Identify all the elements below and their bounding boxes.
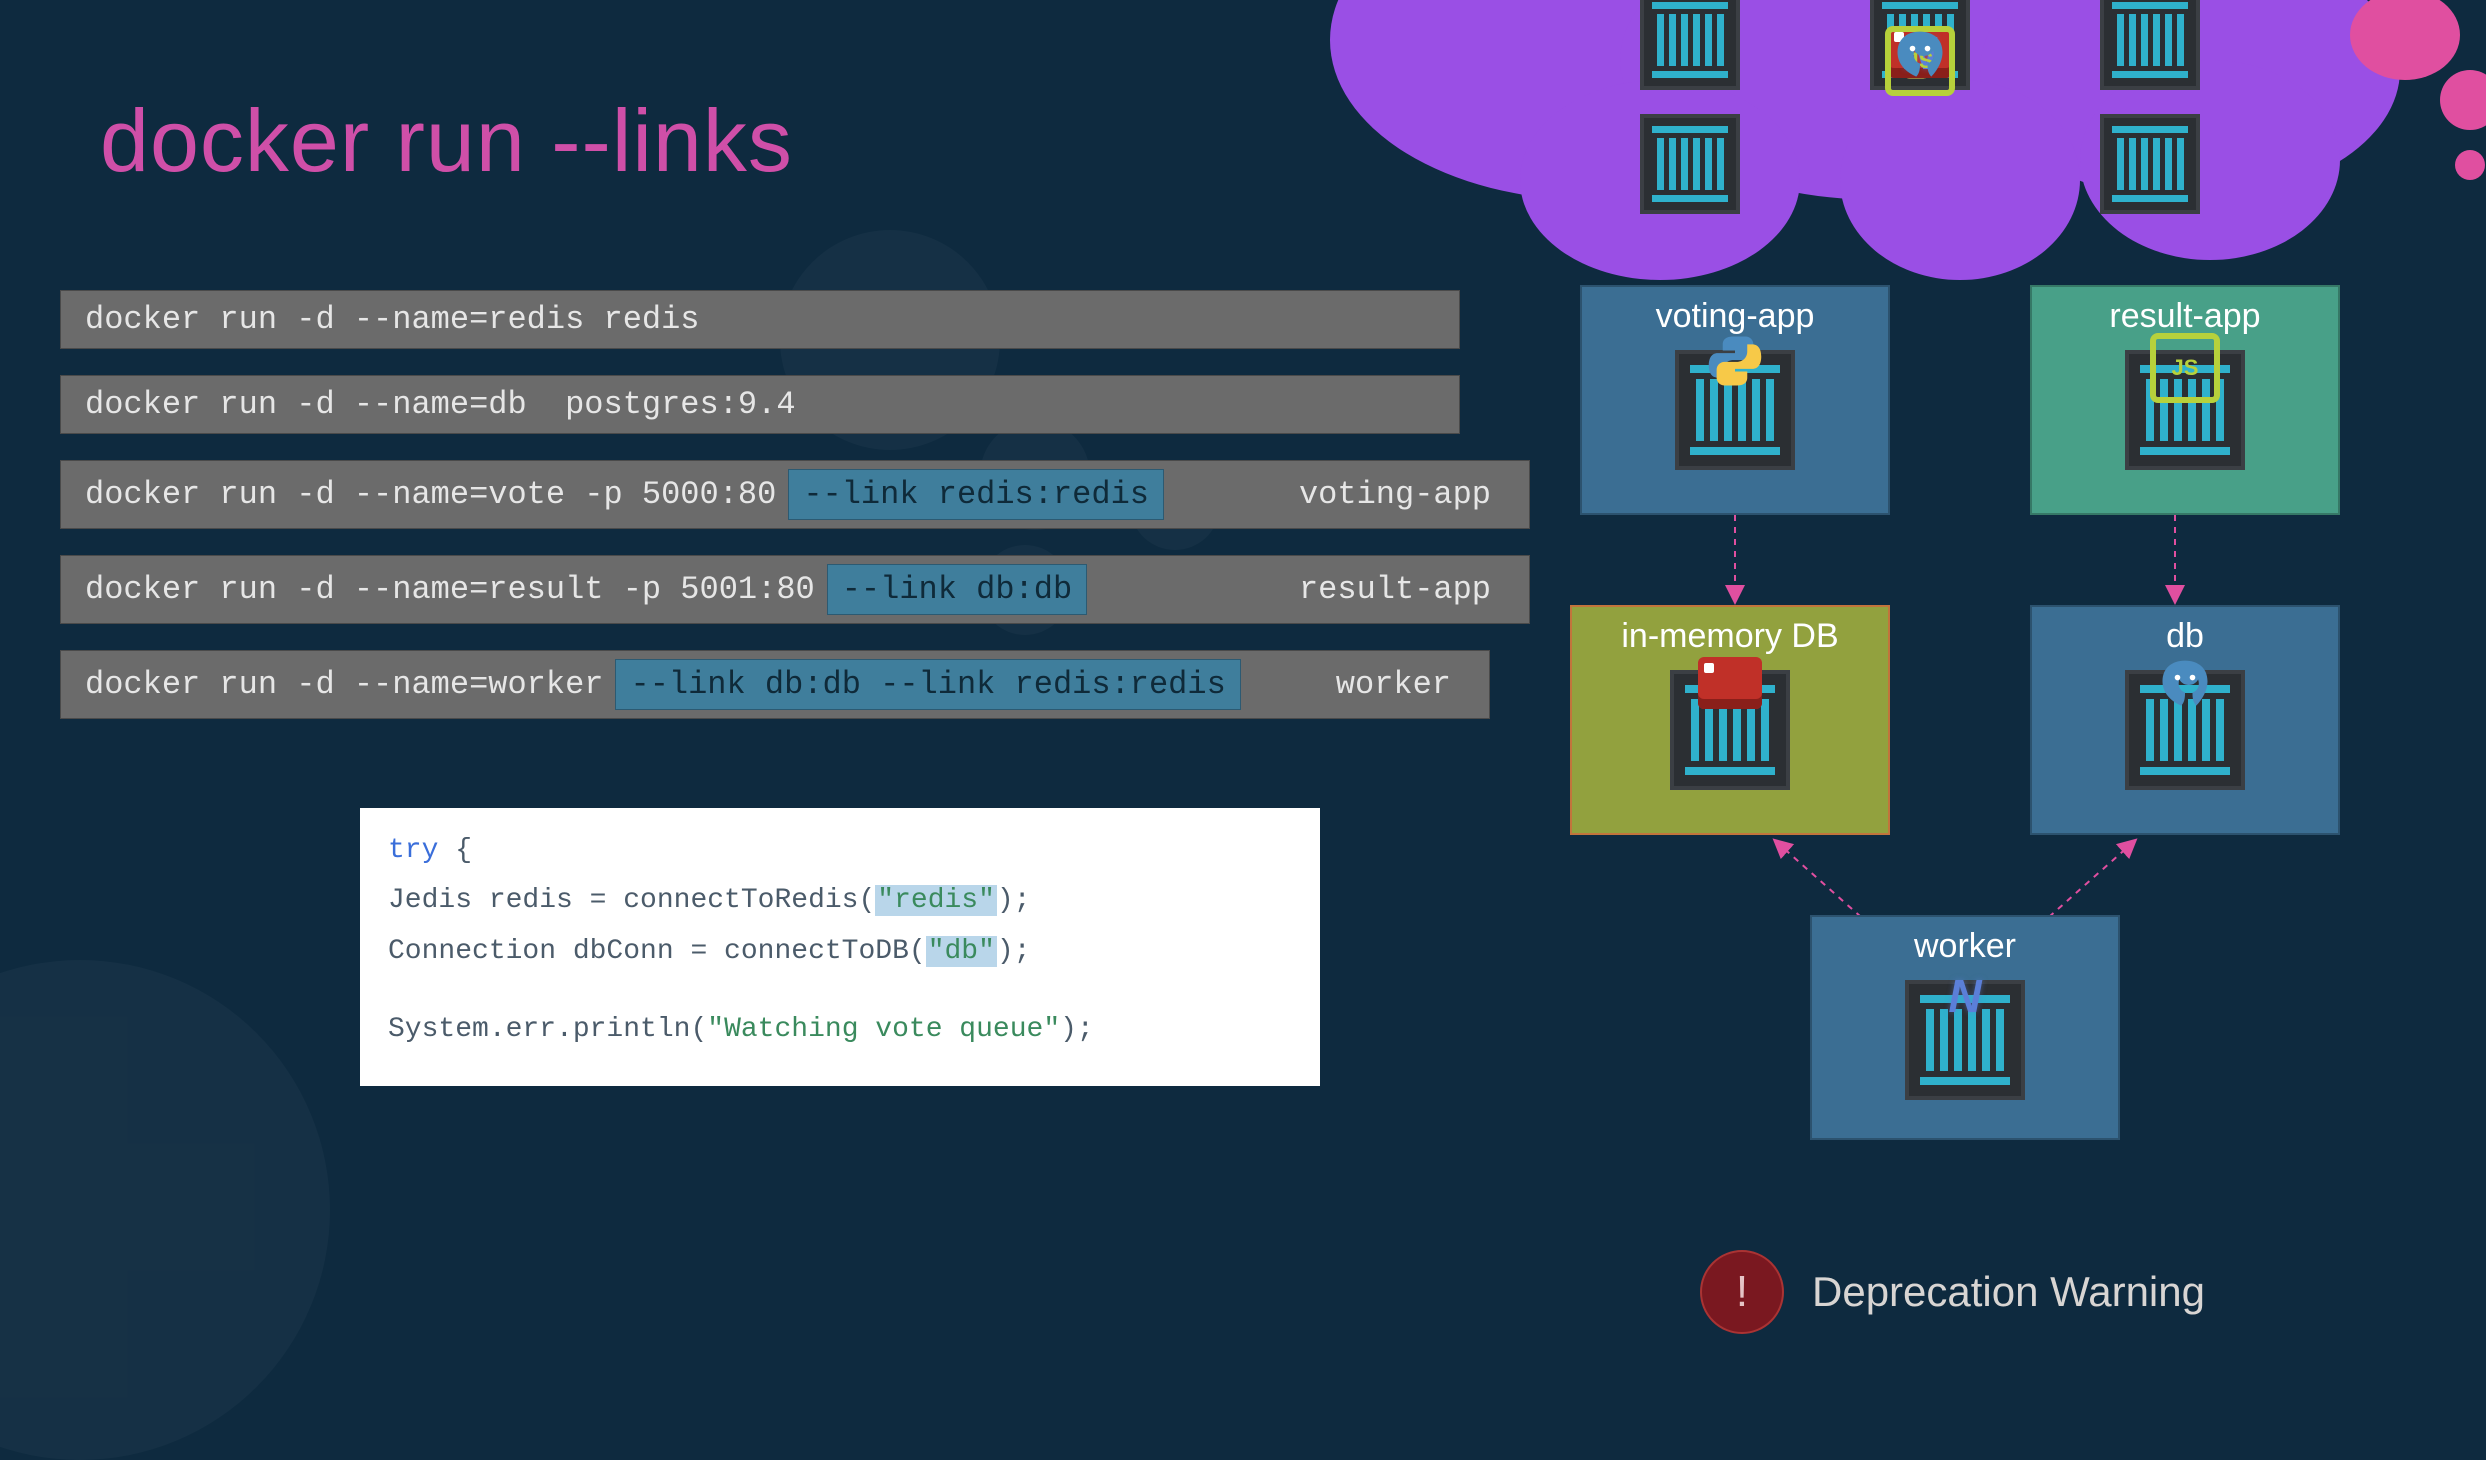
nodejs-container-icon <box>2100 0 2200 90</box>
command-text: docker run -d --name=db postgres:9.4 <box>79 384 802 425</box>
command-text: docker run -d --name=worker <box>79 664 609 705</box>
command-text: docker run -d --name=vote -p 5000:80 <box>79 474 782 515</box>
python-container-icon <box>1640 0 1740 90</box>
code-text: ); <box>997 885 1031 916</box>
cloud-icon-row: N <box>1640 0 2200 214</box>
command-redis: docker run -d --name=redis redis <box>60 290 1460 349</box>
warning-text: Deprecation Warning <box>1812 1268 2205 1316</box>
command-vote: docker run -d --name=vote -p 5000:80 --l… <box>60 460 1530 529</box>
code-text: Jedis redis = connectToRedis( <box>388 885 875 916</box>
command-text: docker run -d --name=result -p 5001:80 <box>79 569 821 610</box>
nodejs-container-icon <box>2125 350 2245 470</box>
code-text: System.err.println( <box>388 1014 707 1045</box>
command-tail: voting-app <box>1293 474 1511 515</box>
code-text: ); <box>1060 1014 1094 1045</box>
code-string: "db" <box>926 936 997 967</box>
code-text: { <box>438 835 472 866</box>
dotnet-container-icon: N <box>1905 980 2025 1100</box>
postgres-container-icon <box>2125 670 2245 790</box>
box-db: db <box>2030 605 2340 835</box>
command-tail: result-app <box>1293 569 1511 610</box>
link-flag: --link db:db --link redis:redis <box>615 659 1240 710</box>
box-label: result-app <box>2032 297 2338 336</box>
code-string: "Watching vote queue" <box>707 1014 1060 1045</box>
link-flag: --link redis:redis <box>788 469 1164 520</box>
warning-icon: ! <box>1700 1250 1784 1334</box>
command-tail: worker <box>1330 664 1471 705</box>
box-inmemory-db: in-memory DB <box>1570 605 1890 835</box>
box-result-app: result-app <box>2030 285 2340 515</box>
code-kw: try <box>388 835 438 866</box>
box-label: worker <box>1812 927 2118 966</box>
code-string: "redis" <box>875 885 997 916</box>
code-snippet: try { Jedis redis = connectToRedis("redi… <box>360 808 1320 1086</box>
command-text: docker run -d --name=redis redis <box>79 299 706 340</box>
box-label: in-memory DB <box>1572 617 1888 656</box>
redis-container-icon <box>1670 670 1790 790</box>
postgres-container-icon <box>2100 114 2200 214</box>
bg-circle <box>0 960 330 1460</box>
box-label: db <box>2032 617 2338 656</box>
command-worker: docker run -d --name=worker --link db:db… <box>60 650 1490 719</box>
code-text: ); <box>997 936 1031 967</box>
box-label: voting-app <box>1582 297 1888 336</box>
command-db: docker run -d --name=db postgres:9.4 <box>60 375 1460 434</box>
architecture-diagram: voting-app result-app in-memory DB db <box>1570 285 2370 1155</box>
redis-container-icon <box>1640 114 1740 214</box>
python-container-icon <box>1675 350 1795 470</box>
box-worker: worker N <box>1810 915 2120 1140</box>
command-list: docker run -d --name=redis redis docker … <box>60 290 1460 745</box>
box-voting-app: voting-app <box>1580 285 1890 515</box>
deprecation-warning: ! Deprecation Warning <box>1700 1250 2205 1334</box>
link-flag: --link db:db <box>827 564 1087 615</box>
command-result: docker run -d --name=result -p 5001:80 -… <box>60 555 1530 624</box>
code-text: Connection dbConn = connectToDB( <box>388 936 926 967</box>
